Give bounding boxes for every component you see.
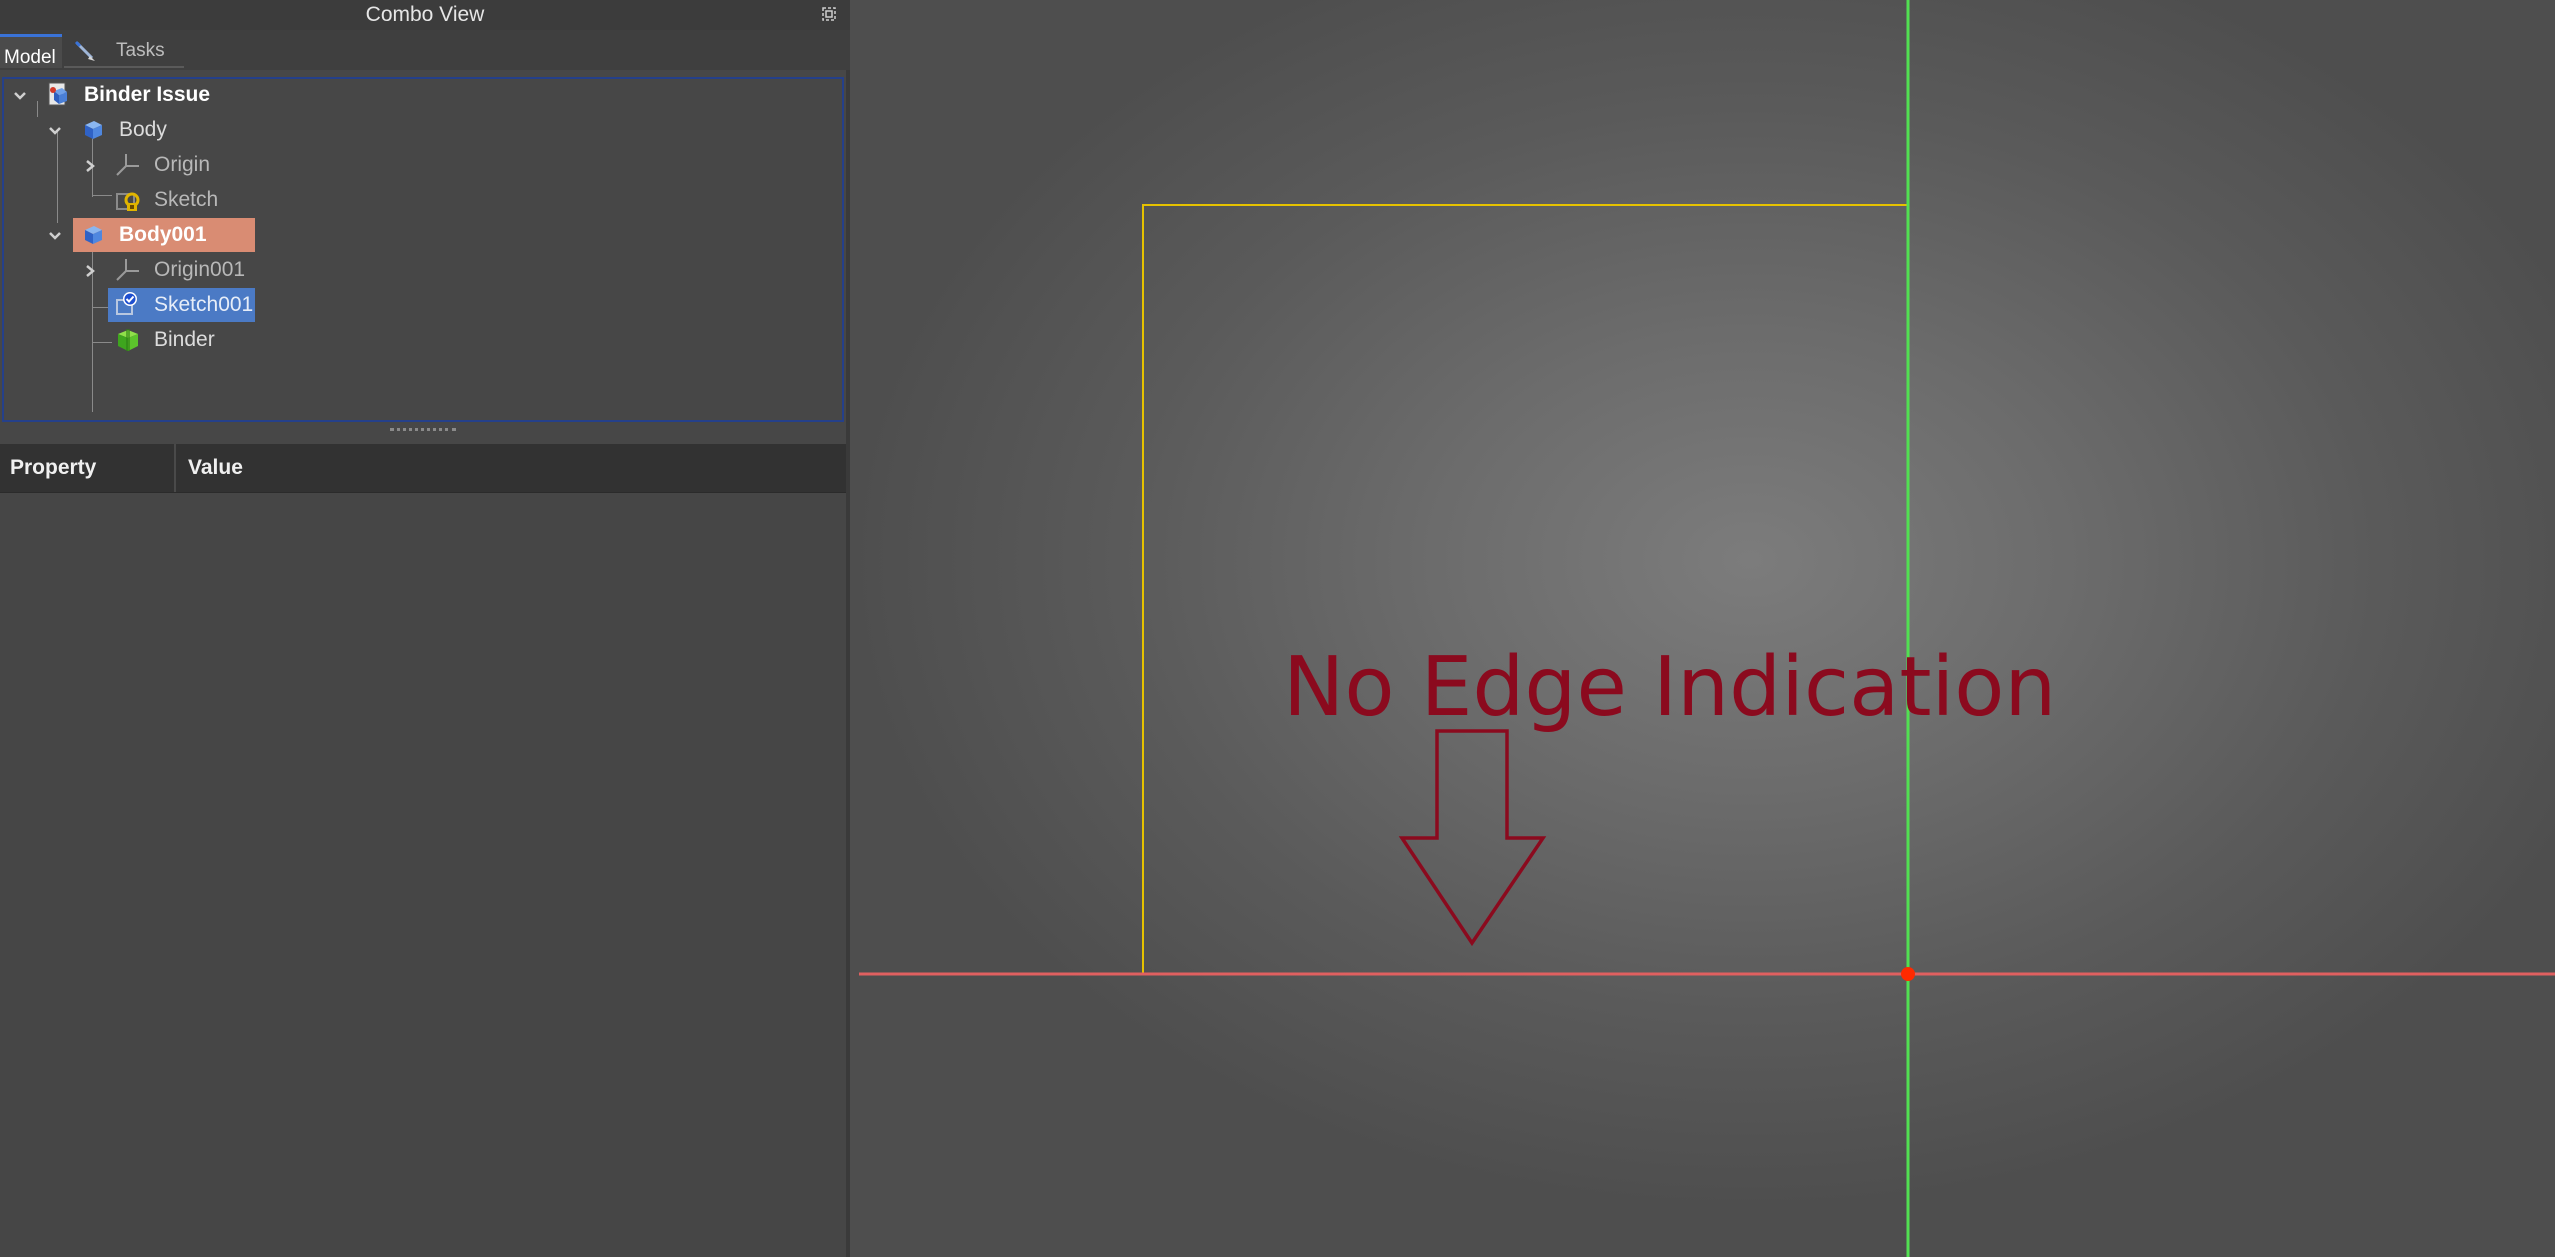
tree-item-label: Sketch001	[154, 293, 254, 316]
sketch-edit-icon	[116, 292, 137, 315]
sketch-edges[interactable]	[1142, 204, 1908, 973]
property-editor-body[interactable]	[0, 493, 846, 1257]
origin-point[interactable]	[1901, 967, 1915, 981]
tree-item-label: Binder	[154, 328, 215, 351]
tree-item-binder-issue[interactable]: Binder Issue	[4, 78, 304, 112]
undock-icon[interactable]	[822, 7, 836, 21]
body-icon	[85, 226, 102, 244]
tab-model[interactable]: Model	[0, 34, 62, 68]
value-column-header[interactable]: Value	[178, 444, 838, 492]
shape-binder-icon	[118, 329, 138, 351]
viewport-canvas	[859, 0, 2555, 1257]
sketch-icon	[116, 192, 140, 211]
tree-item-body[interactable]: Body	[4, 113, 304, 147]
value-column-label: Value	[188, 456, 243, 479]
combo-view-title: Combo View	[365, 3, 485, 26]
body-icon	[85, 121, 102, 139]
tree-item-label: Origin001	[154, 258, 246, 281]
model-tree[interactable]: Binder Issue Body Origin Sketch Body001 …	[2, 77, 844, 422]
annotation-text: No Edge Indication	[1283, 640, 2057, 735]
property-editor-header: Property Value	[0, 444, 846, 493]
tree-item-label: Sketch	[154, 188, 219, 211]
3d-viewport[interactable]: No Edge Indication	[850, 0, 2555, 1257]
tree-item-label: Binder Issue	[84, 83, 211, 106]
origin-axes-icon	[116, 154, 139, 176]
document-icon	[48, 82, 67, 106]
chevron-down-icon[interactable]	[47, 123, 63, 139]
tree-item-label: Body	[119, 118, 167, 141]
origin-axes-icon	[116, 259, 139, 281]
tree-item-body001[interactable]: Body001	[4, 218, 304, 252]
chevron-right-icon[interactable]	[82, 158, 98, 174]
chevron-down-icon[interactable]	[12, 88, 28, 104]
tasks-pencil-icon	[74, 40, 95, 61]
freecad-window: Combo View Model Tasks Binder Issue Body…	[0, 0, 2555, 1257]
combo-view-panel: Combo View Model Tasks Binder Issue Body…	[0, 0, 850, 1257]
tree-item-label: Origin	[154, 153, 211, 176]
tree-item-binder[interactable]: Binder	[4, 323, 304, 357]
property-column-label: Property	[10, 456, 97, 479]
tree-item-label: Body001	[119, 223, 207, 246]
tree-item-sketch001[interactable]: Sketch001	[4, 288, 304, 322]
tree-item-origin001[interactable]: Origin001	[4, 253, 304, 287]
annotation-arrow	[1398, 729, 1547, 947]
chevron-right-icon[interactable]	[82, 263, 98, 279]
combo-view-tabbar: Model Tasks	[0, 30, 850, 70]
property-column-header[interactable]: Property	[0, 444, 176, 492]
tree-item-sketch[interactable]: Sketch	[4, 183, 304, 217]
tree-item-origin[interactable]: Origin	[4, 148, 304, 182]
combo-view-title-bar[interactable]: Combo View	[0, 0, 850, 30]
tab-model-label: Model	[4, 47, 56, 68]
splitter-handle[interactable]	[390, 428, 456, 434]
tab-tasks[interactable]: Tasks	[64, 34, 184, 68]
tab-tasks-label: Tasks	[116, 40, 165, 61]
chevron-down-icon[interactable]	[47, 228, 63, 244]
